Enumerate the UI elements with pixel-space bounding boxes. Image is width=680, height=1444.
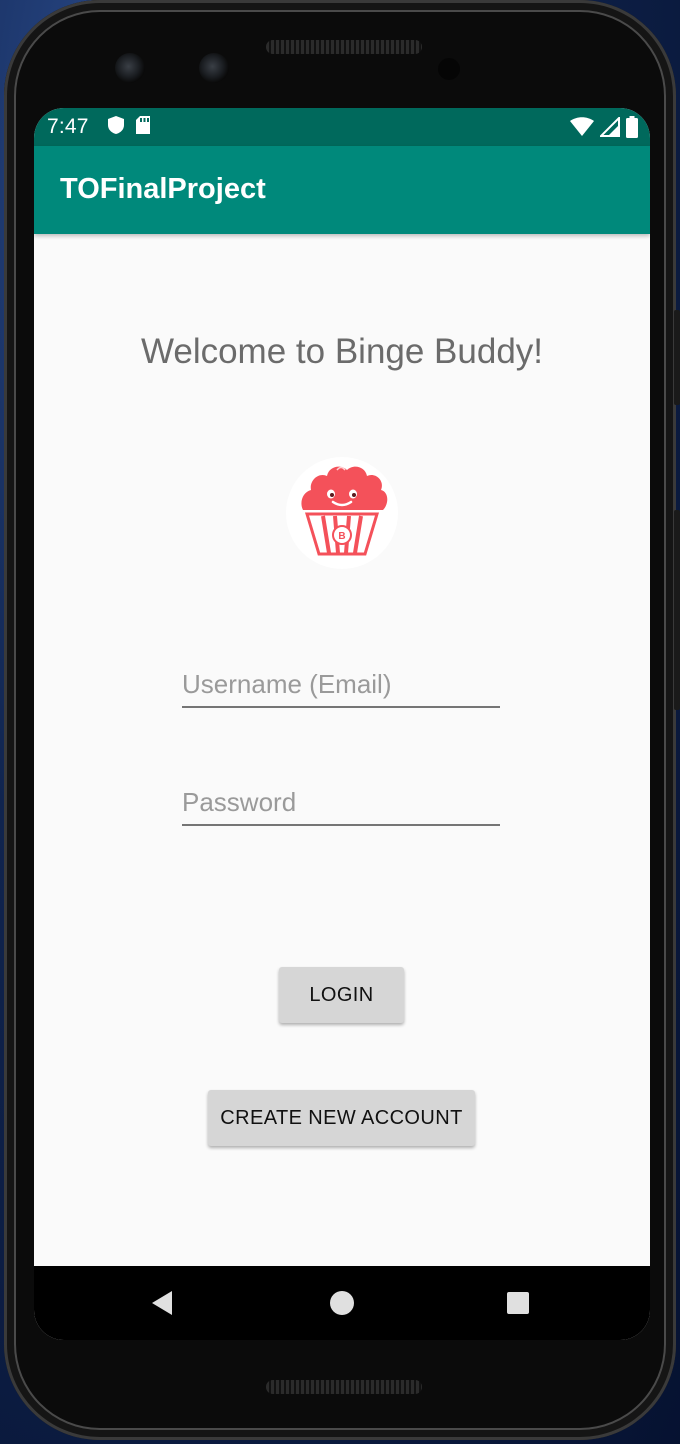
create-account-button[interactable]: CREATE NEW ACCOUNT — [208, 1090, 475, 1146]
username-field[interactable] — [182, 662, 500, 708]
recents-icon[interactable] — [507, 1292, 529, 1314]
wifi-icon — [570, 117, 594, 142]
back-icon[interactable] — [150, 1290, 174, 1321]
volume-button — [674, 510, 680, 710]
home-icon[interactable] — [330, 1291, 354, 1315]
username-input[interactable] — [182, 662, 500, 706]
cell-signal-icon — [598, 115, 620, 142]
power-button — [674, 310, 680, 405]
app-title: TOFinalProject — [60, 173, 266, 205]
bottom-speaker — [266, 1380, 422, 1394]
status-bar: 7:47 — [34, 108, 650, 146]
password-field[interactable] — [182, 780, 500, 826]
navigation-bar — [34, 1266, 650, 1340]
app-screen: 7:47 TOFinalProject Welcome to Binge Bud… — [34, 108, 650, 1340]
password-input[interactable] — [182, 780, 500, 824]
welcome-heading: Welcome to Binge Buddy! — [140, 332, 544, 371]
svg-text:B: B — [338, 531, 345, 542]
login-button[interactable]: LOGIN — [279, 967, 404, 1023]
popcorn-logo-icon: B — [285, 456, 399, 570]
app-bar: TOFinalProject — [34, 146, 650, 234]
front-camera-icon — [199, 53, 229, 83]
top-speaker — [266, 40, 422, 54]
sd-card-icon — [135, 115, 151, 140]
proximity-sensor-icon — [438, 58, 460, 80]
status-time: 7:47 — [47, 115, 89, 138]
front-camera-icon — [115, 53, 145, 83]
shield-icon — [107, 115, 125, 140]
battery-icon — [626, 116, 638, 143]
